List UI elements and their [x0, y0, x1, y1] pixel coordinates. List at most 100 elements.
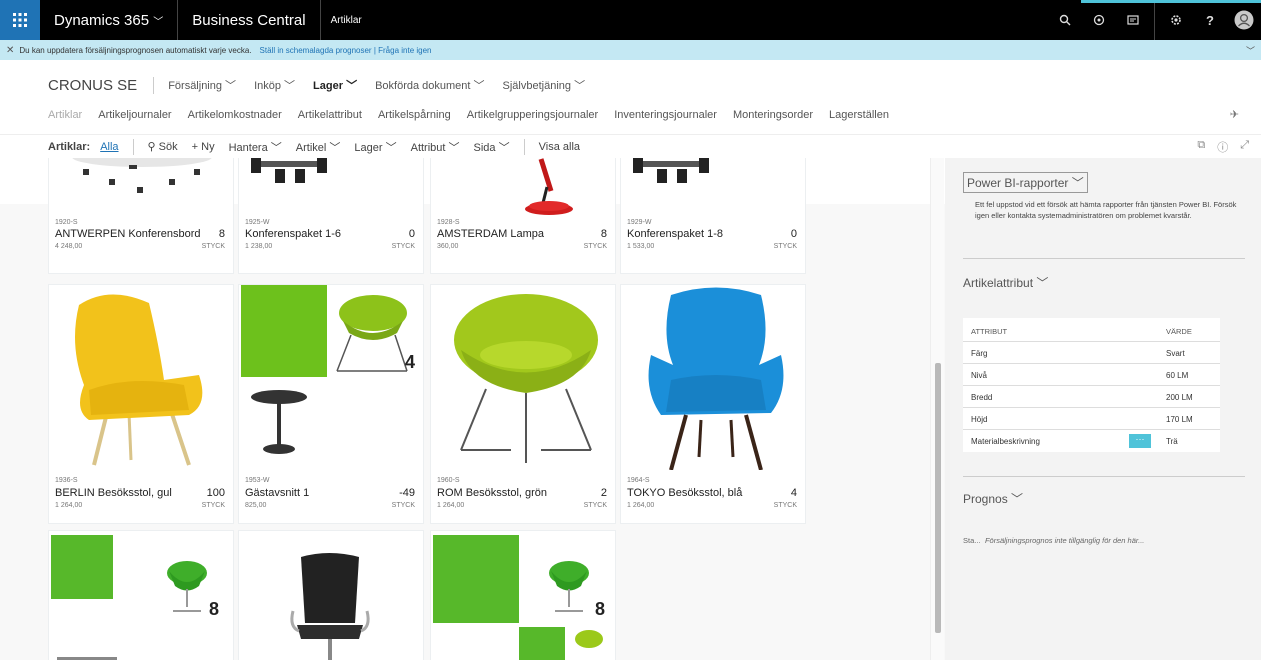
- nav-item-forsaljning[interactable]: Försäljning ﹀: [168, 77, 236, 93]
- tiles-scrollbar[interactable]: [930, 158, 944, 660]
- item-price: 1 264,00: [627, 502, 655, 509]
- forecast-title[interactable]: Prognos ﹀: [963, 492, 1023, 506]
- bundle-count-badge: 8: [595, 599, 605, 619]
- item-name: TOKYO Besöksstol, blå: [627, 487, 743, 499]
- item-tile[interactable]: 1925-W Konferenspaket 1-6 0 1 238,00 STY…: [238, 158, 424, 274]
- menu-lager[interactable]: Lager ﹀: [354, 139, 396, 155]
- item-image: 8: [433, 535, 605, 660]
- item-code: 1920-S: [55, 219, 78, 226]
- expand-icon[interactable]: ⤢: [1240, 139, 1249, 155]
- help-icon[interactable]: ?: [1193, 0, 1227, 40]
- company-name[interactable]: CRONUS SE: [48, 76, 155, 94]
- attribute-row[interactable]: Bredd 200 LM: [963, 386, 1220, 408]
- filter-pane-icon[interactable]: ⧉: [1197, 139, 1205, 155]
- attribute-row[interactable]: Höjd 170 LM: [963, 408, 1220, 430]
- app-launcher-icon[interactable]: [0, 0, 40, 40]
- attribute-value: Trä: [1166, 437, 1178, 446]
- powerbi-title[interactable]: Power BI-rapporter ﹀: [963, 172, 1088, 193]
- item-image: [290, 553, 370, 660]
- attributes-title[interactable]: Artikelattribut ﹀: [963, 276, 1048, 290]
- nav-item-sjalvbetjaning[interactable]: Självbetjäning ﹀: [503, 77, 586, 93]
- forecast-section: Prognos ﹀: [963, 490, 1245, 508]
- item-tile[interactable]: 4 1953-W Gästavsnitt 1 -49 825,00 STYCK: [238, 284, 424, 524]
- nav-item-bokforda-dokument[interactable]: Bokförda dokument ﹀: [375, 77, 484, 93]
- item-tiles: 1920-S ANTWERPEN Konferensbord 8 4 248,0…: [48, 158, 930, 660]
- attribute-name: Bredd: [971, 393, 993, 402]
- item-name: AMSTERDAM Lampa: [437, 228, 544, 240]
- forecast-status: Sta... Försäljningsprognos inte tillgäng…: [963, 530, 1245, 548]
- menu-artikel[interactable]: Artikel ﹀: [296, 139, 341, 155]
- new-button[interactable]: + Ny: [192, 141, 215, 153]
- chevron-down-icon: ﹀: [153, 16, 164, 28]
- scrollbar-thumb[interactable]: [935, 363, 941, 633]
- menu-label: Lager: [354, 141, 383, 154]
- search-icon[interactable]: [1048, 0, 1082, 40]
- notification-link[interactable]: Ställ in schemalagda prognoser | Fråga i…: [260, 46, 432, 55]
- bundle-count-badge: 4: [405, 352, 415, 372]
- action-bar: Artiklar: Alla ⚲ Sök + Ny Hantera ﹀ Arti…: [0, 134, 1261, 158]
- menu-hantera[interactable]: Hantera ﹀: [229, 139, 282, 155]
- item-tile[interactable]: [238, 530, 424, 660]
- nav-item-lager[interactable]: Lager ﹀: [313, 77, 357, 93]
- attribute-row[interactable]: Nivå 60 LM: [963, 364, 1220, 386]
- subnav-item-inventeringsjournaler[interactable]: Inventeringsjournaler: [614, 109, 717, 121]
- subnav-item-artikelgrupperingsjournaler[interactable]: Artikelgrupperingsjournaler: [467, 109, 598, 121]
- attributes-table: ATTRIBUT VÄRDE Färg Svart Nivå 60 LM Bre…: [963, 318, 1220, 452]
- item-image: [72, 158, 212, 193]
- item-tile[interactable]: 8: [48, 530, 234, 660]
- menu-sida[interactable]: Sida ﹀: [474, 139, 510, 155]
- close-icon[interactable]: ✕: [6, 45, 14, 56]
- chevron-down-icon[interactable]: ﹀: [1246, 44, 1255, 57]
- show-all-button[interactable]: Visa alla: [539, 141, 580, 153]
- powerbi-section: Power BI-rapporter ﹀ Ett fel uppstod vid…: [963, 172, 1245, 221]
- pin-icon[interactable]: ✈: [1230, 108, 1239, 121]
- item-image: [251, 158, 327, 183]
- user-avatar[interactable]: [1227, 0, 1261, 40]
- attribute-row[interactable]: Färg Svart: [963, 342, 1220, 364]
- app-window: Dynamics 365 ﹀ Business Central Artiklar…: [0, 0, 1261, 660]
- dynamics-365-menu[interactable]: Dynamics 365 ﹀: [40, 0, 179, 40]
- item-tile[interactable]: 1936-S BERLIN Besöksstol, gul 100 1 264,…: [48, 284, 234, 524]
- subnav-item-monteringsorder[interactable]: Monteringsorder: [733, 109, 813, 121]
- subnav-item-artikelattribut[interactable]: Artikelattribut: [298, 109, 362, 121]
- subnav-item-artiklar[interactable]: Artiklar: [48, 109, 82, 121]
- item-tile[interactable]: 1964-S TOKYO Besöksstol, blå 4 1 264,00 …: [620, 284, 806, 524]
- info-icon[interactable]: ⓘ: [1217, 139, 1228, 155]
- subnav-item-artikelsparning[interactable]: Artikelspårning: [378, 109, 451, 121]
- item-tile[interactable]: 8: [430, 530, 616, 660]
- powerbi-title-label: Power BI-rapporter: [967, 176, 1069, 190]
- page-title: Artiklar: [330, 14, 362, 26]
- notification-text: Du kan uppdatera försäljningsprognosen a…: [19, 45, 252, 55]
- nav-label: Självbetjäning: [502, 80, 572, 92]
- item-image: 8: [51, 535, 219, 660]
- notes-icon[interactable]: [1116, 0, 1150, 40]
- new-label: Ny: [201, 140, 215, 153]
- filter-alla[interactable]: Alla: [100, 141, 118, 153]
- more-options-button[interactable]: ···: [1129, 434, 1151, 448]
- product-name[interactable]: Business Central: [178, 0, 321, 40]
- item-quantity: 8: [600, 228, 607, 240]
- attribute-value: 200 LM: [1166, 393, 1193, 402]
- subnav-item-artikelomkostnader[interactable]: Artikelomkostnader: [188, 109, 282, 121]
- nav-label: Försäljning: [168, 80, 222, 92]
- lightbulb-icon[interactable]: [1082, 0, 1116, 40]
- item-name: Konferenspaket 1-6: [245, 228, 342, 240]
- item-code: 1964-S: [627, 477, 650, 484]
- item-tile[interactable]: 1960-S ROM Besöksstol, grön 2 1 264,00 S…: [430, 284, 616, 524]
- nav-item-inkop[interactable]: Inköp ﹀: [254, 77, 295, 93]
- menu-attribut[interactable]: Attribut ﹀: [411, 139, 460, 155]
- search-button[interactable]: ⚲ Sök: [148, 140, 178, 153]
- item-tile[interactable]: 1928-S AMSTERDAM Lampa 8 360,00 STYCK: [430, 158, 616, 274]
- subnav-item-artikeljournaler[interactable]: Artikeljournaler: [98, 109, 171, 121]
- item-tile[interactable]: 1920-S ANTWERPEN Konferensbord 8 4 248,0…: [48, 158, 234, 274]
- item-unit: STYCK: [773, 243, 797, 250]
- item-image: [648, 287, 784, 470]
- item-tile[interactable]: 1929-W Konferenspaket 1-8 0 1 533,00 STY…: [620, 158, 806, 274]
- subnav-item-lagerstallen[interactable]: Lagerställen: [829, 109, 889, 121]
- attributes-title-label: Artikelattribut: [963, 276, 1034, 290]
- forecast-prefix: Sta...: [963, 536, 981, 545]
- nav-label: Bokförda dokument: [375, 80, 471, 92]
- attribute-row[interactable]: Materialbeskrivning ··· Trä: [963, 430, 1220, 452]
- gear-icon[interactable]: [1159, 0, 1193, 40]
- search-label: Sök: [158, 141, 178, 153]
